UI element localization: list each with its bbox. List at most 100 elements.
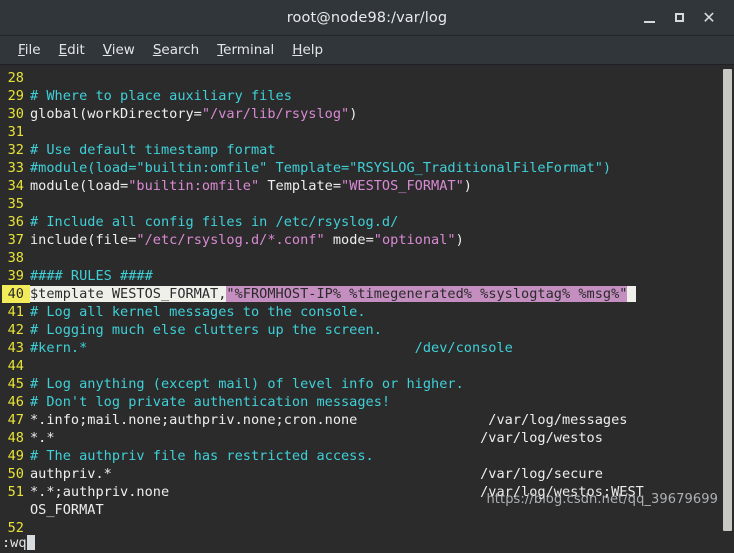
maximize-icon — [674, 13, 684, 22]
editor-line[interactable]: 50 authpriv.* /var/log/secure — [0, 465, 734, 483]
title-bar: root@node98:/var/log ✕ — [0, 0, 734, 36]
line-content: # Don't log private authentication messa… — [30, 393, 390, 411]
line-number: 28 — [7, 70, 24, 86]
menu-label: iew — [111, 42, 135, 58]
code-segment: module(load= — [30, 178, 129, 194]
editor-line[interactable]: 43 #kern.* /dev/console — [0, 339, 734, 357]
code-segment: # Use default timestamp format — [30, 142, 276, 158]
line-content: #### RULES #### — [30, 267, 153, 285]
menu-label: erminal — [223, 42, 275, 58]
line-number: 43 — [7, 340, 24, 356]
editor-line[interactable]: 28 — [0, 69, 734, 87]
editor-line-current[interactable]: 40 $template WESTOS_FORMAT,"%FROMHOST-IP%… — [0, 285, 734, 303]
line-number: 35 — [7, 196, 24, 212]
line-content: *.info;mail.none;authpriv.none;cron.none… — [30, 411, 627, 429]
line-content: #module(load="builtin:omfile" Template="… — [30, 159, 611, 177]
code-segment: #module(load="builtin:omfile" Template="… — [30, 160, 612, 176]
code-segment: # Where to place auxiliary files — [30, 88, 292, 104]
code-segment: ) — [349, 106, 358, 122]
line-number: 48 — [7, 430, 24, 446]
terminal-content: 28 29 # Where to place auxiliary files 30 gl… — [0, 65, 734, 532]
code-segment: "builtin:omfile" — [128, 178, 260, 194]
menu-item-terminal[interactable]: Terminal — [208, 40, 283, 60]
menu-label: elp — [302, 42, 324, 58]
line-content: *.*;authpriv.none /var/log/westos;WEST — [30, 483, 644, 501]
editor-line[interactable]: 29 # Where to place auxiliary files — [0, 87, 734, 105]
editor-line[interactable]: 36 # Include all config files in /etc/rsy… — [0, 213, 734, 231]
editor-line[interactable]: 31 — [0, 123, 734, 141]
code-segment: "%FROMHOST-IP% %timegenerated% %syslogta… — [226, 286, 628, 302]
code-segment — [627, 286, 636, 302]
editor-line[interactable]: 47 *.info;mail.none;authpriv.none;cron.no… — [0, 411, 734, 429]
line-content: #kern.* /dev/console — [30, 339, 513, 357]
code-segment: # Don't log private authentication messa… — [30, 394, 391, 410]
line-number: 47 — [7, 412, 24, 428]
code-segment: # Log all kernel messages to the console… — [30, 304, 366, 320]
menu-item-file[interactable]: File — [9, 40, 50, 60]
editor-line[interactable]: 48 *.* /var/log/westos — [0, 429, 734, 447]
editor-line[interactable]: 42 # Logging much else clutters up the sc… — [0, 321, 734, 339]
editor-line[interactable]: 30 global(workDirectory="/var/lib/rsyslog… — [0, 105, 734, 123]
line-content: # The authpriv file has restricted acces… — [30, 447, 374, 465]
vim-command-text: :wq — [2, 534, 27, 551]
editor-line[interactable]: 38 — [0, 249, 734, 267]
line-content: # Include all config files in /etc/rsysl… — [30, 213, 398, 231]
line-number: 37 — [7, 232, 24, 248]
editor-line[interactable]: 46 # Don't log private authentication mes… — [0, 393, 734, 411]
editor-line[interactable]: 33 #module(load="builtin:omfile" Template… — [0, 159, 734, 177]
line-content: # Use default timestamp format — [30, 141, 276, 159]
line-number: 36 — [7, 214, 24, 230]
editor-line[interactable]: 39 #### RULES #### — [0, 267, 734, 285]
editor-buffer[interactable]: 28 29 # Where to place auxiliary files 30 gl… — [0, 69, 734, 532]
minimize-button[interactable] — [634, 3, 664, 33]
editor-line[interactable]: 52 — [0, 519, 734, 532]
menu-mnemonic: H — [292, 42, 303, 58]
line-number: 51 — [7, 484, 24, 500]
minimize-icon — [643, 21, 655, 23]
text-cursor — [26, 535, 35, 550]
code-segment: # Include all config files in /etc/rsysl… — [30, 214, 399, 230]
code-segment: $template WESTOS_FORMAT, — [30, 286, 227, 302]
menu-label: dit — [67, 42, 85, 58]
line-number: 40 — [2, 285, 30, 303]
line-number: 44 — [7, 358, 24, 374]
code-segment: "WESTOS_FORMAT" — [341, 178, 464, 194]
code-segment: ) — [455, 232, 464, 248]
editor-line[interactable]: 49 # The authpriv file has restricted acc… — [0, 447, 734, 465]
vim-status-line[interactable]: :wq — [0, 532, 734, 553]
code-segment: mode= — [324, 232, 374, 248]
editor-line[interactable]: 51 *.*;authpriv.none /var/log/westos;WEST — [0, 483, 734, 501]
code-segment: # The authpriv file has restricted acces… — [30, 448, 374, 464]
maximize-button[interactable] — [664, 3, 694, 33]
editor-line[interactable]: 45 # Log anything (except mail) of level … — [0, 375, 734, 393]
window-controls: ✕ — [634, 0, 734, 35]
editor-line[interactable]: 35 — [0, 195, 734, 213]
editor-line[interactable]: 41 # Log all kernel messages to the conso… — [0, 303, 734, 321]
menu-item-help[interactable]: Help — [283, 40, 332, 60]
line-number: 32 — [7, 142, 24, 158]
menu-item-edit[interactable]: Edit — [50, 40, 94, 60]
editor-line[interactable]: 44 — [0, 357, 734, 375]
editor-line[interactable]: 37 include(file="/etc/rsyslog.d/*.conf" m… — [0, 231, 734, 249]
scrollbar[interactable] — [720, 65, 734, 532]
line-content: module(load="builtin:omfile" Template="W… — [30, 177, 472, 195]
line-number: 41 — [7, 304, 24, 320]
code-segment: # Log anything (except mail) of level in… — [30, 376, 464, 392]
code-segment: *.* /var/log/westos — [30, 430, 603, 446]
menu-item-search[interactable]: Search — [144, 40, 208, 60]
editor-line[interactable]: OS_FORMAT — [0, 501, 734, 519]
editor-line[interactable]: 34 module(load="builtin:omfile" Template=… — [0, 177, 734, 195]
code-segment: global(workDirectory= — [30, 106, 202, 122]
menu-item-view[interactable]: View — [94, 40, 144, 60]
line-number: 30 — [7, 106, 24, 122]
menu-mnemonic: F — [18, 42, 25, 58]
menu-label: earch — [161, 42, 200, 58]
scrollbar-thumb[interactable] — [723, 69, 732, 531]
line-number: 50 — [7, 466, 24, 482]
code-segment: # Logging much else clutters up the scre… — [30, 322, 382, 338]
close-button[interactable]: ✕ — [694, 3, 724, 33]
line-number: 46 — [7, 394, 24, 410]
code-segment: "optional" — [373, 232, 456, 248]
code-segment: Template= — [259, 178, 342, 194]
editor-line[interactable]: 32 # Use default timestamp format — [0, 141, 734, 159]
